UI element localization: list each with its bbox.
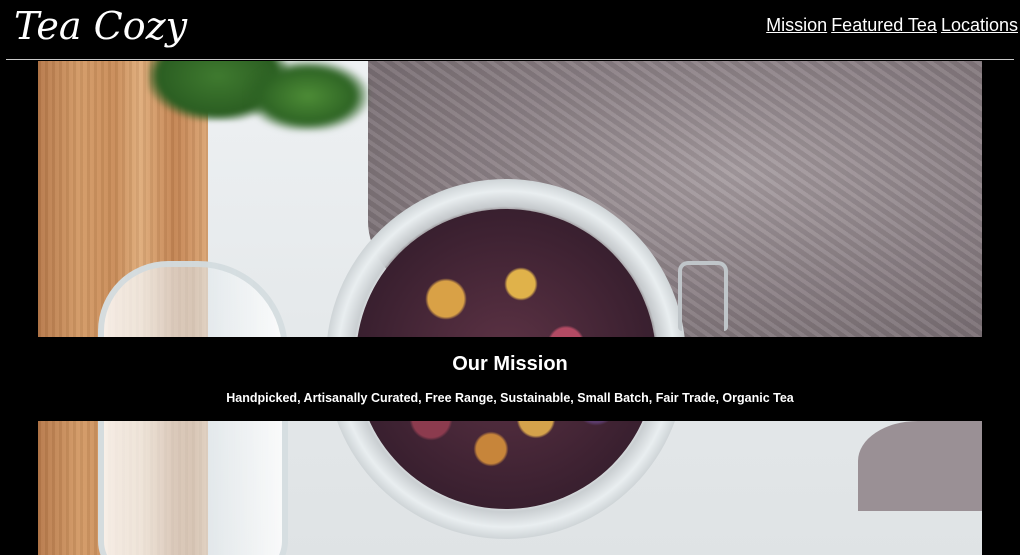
- knit-blanket-lower: [858, 421, 982, 511]
- site-header: Tea Cozy Mission Featured Tea Locations: [6, 0, 1018, 60]
- main-nav: Mission Featured Tea Locations: [766, 14, 1018, 36]
- plant-leaf-secondary: [248, 61, 368, 131]
- nav-link-locations[interactable]: Locations: [941, 14, 1018, 36]
- mission-title: Our Mission: [452, 353, 568, 375]
- jar-clasp: [678, 261, 728, 331]
- nav-link-mission[interactable]: Mission: [766, 14, 827, 36]
- hero-margin-right: [982, 61, 1020, 555]
- hero-margin-left: [0, 61, 38, 555]
- nav-link-featured-tea[interactable]: Featured Tea: [831, 14, 937, 36]
- mission-banner: Our Mission Handpicked, Artisanally Cura…: [38, 337, 982, 421]
- site-logo[interactable]: Tea Cozy: [14, 4, 187, 48]
- hero-image: [38, 61, 982, 555]
- mission-subtitle: Handpicked, Artisanally Curated, Free Ra…: [226, 391, 794, 405]
